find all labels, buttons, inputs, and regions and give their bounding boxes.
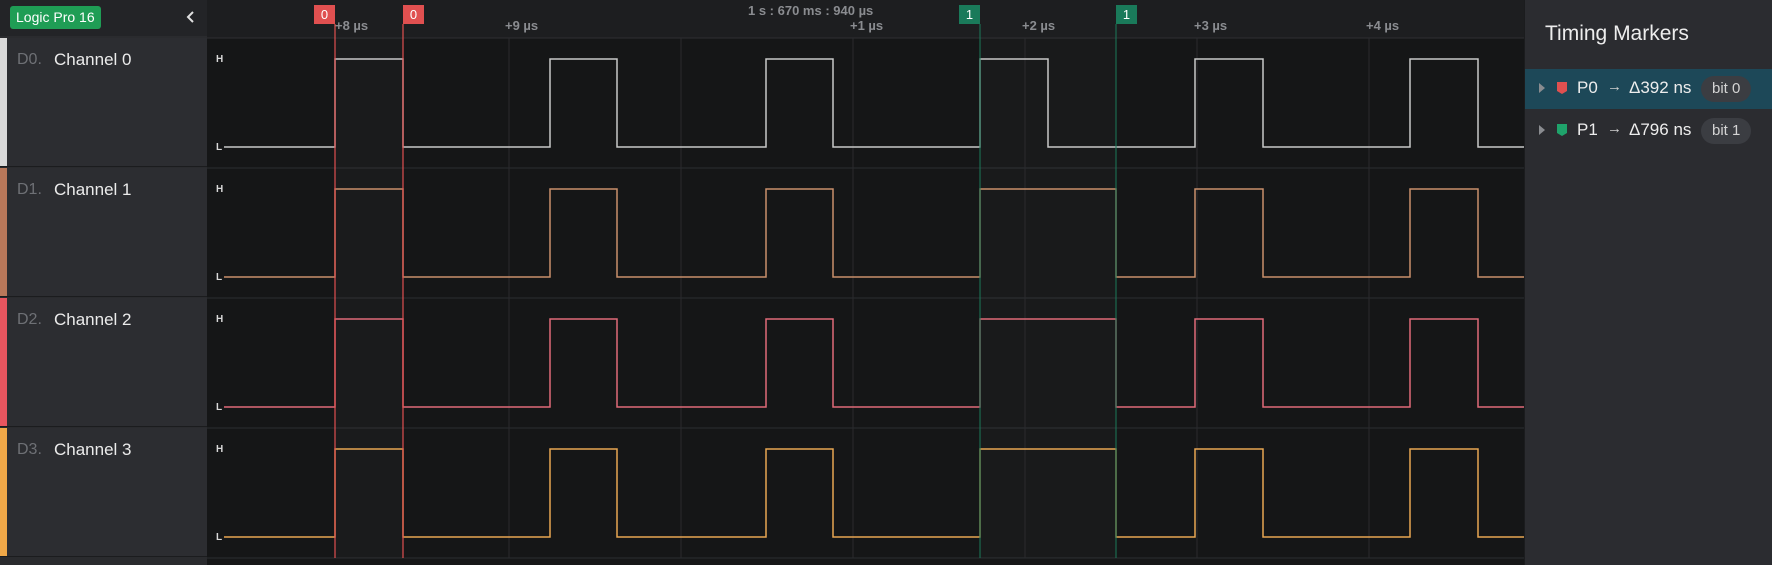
arrow-right-icon: → [1607,78,1622,95]
lane-0 [207,39,1524,167]
high-level-label: H [216,54,223,65]
marker-name: P1 [1577,120,1598,139]
channel-id: D3. [17,441,42,458]
marker-flag-label: 0 [321,7,328,22]
panel-title: Timing Markers [1545,22,1689,45]
channel-name[interactable]: Channel 0 [54,50,132,70]
channel-color-strip [0,298,7,426]
timing-markers-panel: Timing Markers P0 → Δ392 ns bit 0 P1 → Δ… [1524,0,1772,565]
tick-label: +8 µs [335,18,368,33]
low-level-label: L [216,272,222,283]
tick-label: +4 µs [1366,18,1399,33]
channel-row-1[interactable]: D1. Channel 1 [0,168,207,297]
channel-id: D0. [17,51,42,68]
lane-1 [207,169,1524,297]
channel-panel: Logic Pro 16 D0. Channel 0 D1. Channel 1… [0,0,207,565]
marker-delta: Δ392 ns [1629,78,1692,97]
channel-color-strip [0,428,7,556]
cursor-time-label: 1 s : 670 ms : 940 µs [748,3,873,18]
collapse-panel-button[interactable] [180,6,202,28]
chevron-left-icon [186,11,194,23]
channel-id: D2. [17,311,42,328]
channel-name[interactable]: Channel 3 [54,440,132,460]
lane-2 [207,299,1524,427]
channel-id: D1. [17,181,42,198]
expand-caret-icon[interactable] [1539,83,1545,93]
marker-item-p1[interactable]: P1 → Δ796 ns bit 1 [1525,111,1772,151]
marker-flag[interactable]: 0 [314,5,335,24]
channel-name[interactable]: Channel 2 [54,310,132,330]
tick-label: +1 µs [850,18,883,33]
tick-label: +2 µs [1022,18,1055,33]
high-level-label: H [216,444,223,455]
marker-flag-label: 0 [410,7,417,22]
arrow-right-icon: → [1607,120,1622,137]
marker-flag[interactable]: 0 [403,5,424,24]
waveform-area[interactable]: +8 µs +9 µs +1 µs +2 µs +3 µs +4 µs 1 s … [207,0,1524,565]
high-level-label: H [216,314,223,325]
lane-3 [207,429,1524,557]
marker-pair-region [335,38,403,558]
tick-label: +3 µs [1194,18,1227,33]
expand-caret-icon[interactable] [1539,125,1545,135]
marker-flag-icon [1557,124,1567,136]
marker-flag-label: 1 [966,7,973,22]
device-badge[interactable]: Logic Pro 16 [10,6,101,29]
marker-name: P0 [1577,78,1598,97]
low-level-label: L [216,142,222,153]
marker-flag-label: 1 [1123,7,1130,22]
device-header: Logic Pro 16 [0,0,207,36]
marker-flag[interactable]: 1 [959,5,980,24]
channel-row-2[interactable]: D2. Channel 2 [0,298,207,427]
bit-chip: bit 1 [1701,118,1752,144]
marker-delta: Δ796 ns [1629,120,1692,139]
channel-row-3[interactable]: D3. Channel 3 [0,428,207,557]
low-level-label: L [216,402,222,413]
marker-flag-icon [1557,82,1567,94]
waveform-canvas[interactable]: +8 µs +9 µs +1 µs +2 µs +3 µs +4 µs 1 s … [207,0,1524,565]
high-level-label: H [216,184,223,195]
marker-flag[interactable]: 1 [1116,5,1137,24]
low-level-label: L [216,532,222,543]
channel-row-0[interactable]: D0. Channel 0 [0,38,207,167]
bit-chip: bit 0 [1701,76,1752,102]
marker-item-p0[interactable]: P0 → Δ392 ns bit 0 [1525,69,1772,109]
channel-color-strip [0,38,7,166]
channel-color-strip [0,168,7,296]
channel-name[interactable]: Channel 1 [54,180,132,200]
tick-label: +9 µs [505,18,538,33]
